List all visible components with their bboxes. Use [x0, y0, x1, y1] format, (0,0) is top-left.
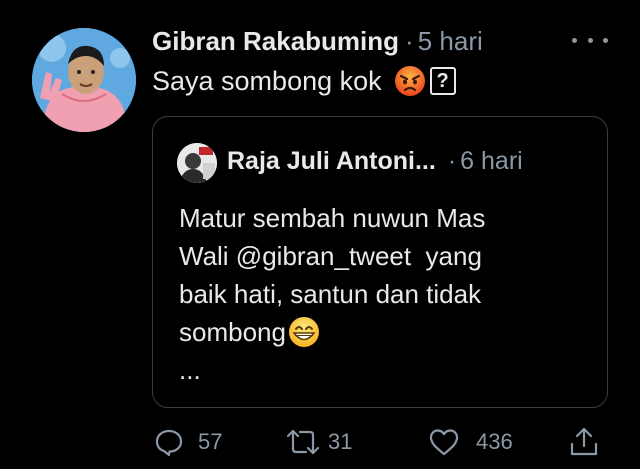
quoted-text-line: Wali @gibran_tweet yang [179, 241, 482, 271]
like-button[interactable]: 436 [428, 420, 513, 464]
tweet-text-content: Saya sombong kok [152, 65, 382, 96]
more-dot [603, 37, 608, 43]
reply-icon [155, 429, 183, 457]
retweet-count: 31 [328, 429, 353, 454]
like-count: 436 [476, 429, 513, 454]
share-button[interactable] [568, 420, 600, 464]
more-options-icon[interactable] [572, 28, 608, 52]
tweet-text: Saya sombong kok ? [152, 64, 456, 98]
unknown-character-glyph: ? [429, 67, 456, 95]
quoted-text-line-with-emoji: sombong [179, 313, 599, 351]
reply-count: 57 [198, 429, 223, 454]
quoted-text-line: sombong [179, 317, 286, 347]
quoted-text-line: baik hati, santun dan tidak [179, 279, 482, 309]
quoted-tweet-header: Raja Juli Antoni... · 6 hari [227, 147, 523, 179]
heart-icon [429, 429, 459, 456]
grinning-face-emoji-icon [288, 317, 319, 347]
retweet-button[interactable]: 31 [286, 420, 352, 464]
tweet-timestamp[interactable]: 5 hari [418, 26, 483, 57]
quoted-text-line: Matur sembah nuwun Mas [179, 203, 486, 233]
more-dot [572, 37, 577, 43]
separator-dot: · [447, 147, 457, 175]
separator-dot: · [405, 26, 414, 56]
quoted-text-ellipsis: ... [179, 355, 201, 385]
quoted-author-name[interactable]: Raja Juli Antoni... [227, 147, 436, 176]
more-dot [587, 37, 593, 43]
tweet-action-bar: 57 31 436 [0, 420, 640, 464]
quoted-tweet-card[interactable]: Raja Juli Antoni... · 6 hari Matur semba… [152, 116, 608, 408]
author-avatar[interactable] [32, 28, 136, 132]
reply-button[interactable]: 57 [154, 420, 222, 464]
quoted-tweet-timestamp[interactable]: 6 hari [460, 147, 523, 176]
tweet-header: Gibran Rakabuming · 5 hari [152, 26, 483, 60]
share-icon [570, 427, 598, 456]
quoted-tweet-text: Matur sembah nuwun Mas Wali @gibran_twee… [179, 199, 599, 389]
quoted-author-avatar[interactable] [177, 143, 217, 183]
retweet-icon [286, 429, 320, 455]
author-name[interactable]: Gibran Rakabuming [152, 26, 399, 57]
angry-face-emoji-icon [394, 66, 425, 96]
